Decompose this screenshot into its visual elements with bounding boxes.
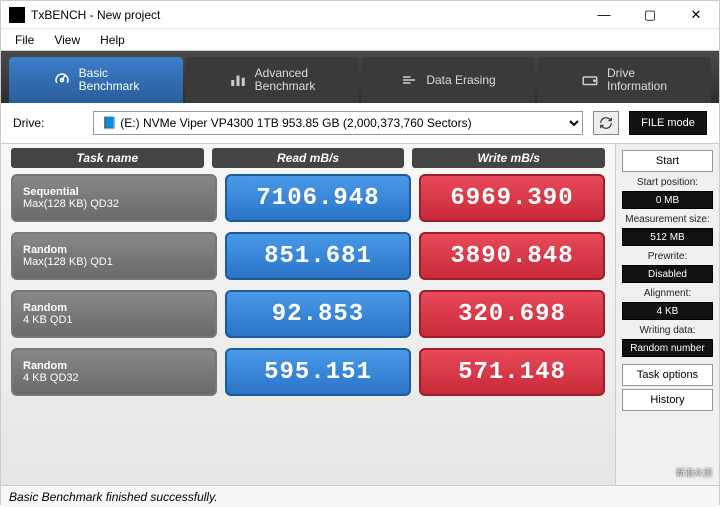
- header-read: Read mB/s: [212, 148, 405, 168]
- header-write: Write mB/s: [412, 148, 605, 168]
- tab-drive-information[interactable]: Drive Information: [537, 57, 711, 103]
- gauge-icon: [53, 71, 71, 89]
- header-task: Task name: [11, 148, 204, 168]
- task-options-button[interactable]: Task options: [622, 364, 713, 386]
- prewrite-value[interactable]: Disabled: [622, 265, 713, 283]
- task-cell: Random4 KB QD32: [11, 348, 217, 396]
- tab-basic-benchmark[interactable]: Basic Benchmark: [9, 57, 183, 103]
- window-controls: — ▢ ✕: [581, 1, 719, 29]
- write-value: 571.148: [419, 348, 605, 396]
- drive-icon: [581, 71, 599, 89]
- app-icon: [9, 7, 25, 23]
- refresh-button[interactable]: [593, 111, 619, 135]
- write-value: 3890.848: [419, 232, 605, 280]
- measurement-label: Measurement size:: [622, 214, 713, 225]
- startpos-value[interactable]: 0 MB: [622, 191, 713, 209]
- menubar: File View Help: [1, 29, 719, 51]
- write-value: 6969.390: [419, 174, 605, 222]
- tab-label: Advanced Benchmark: [255, 67, 316, 93]
- erase-icon: [400, 71, 418, 89]
- task-cell: RandomMax(128 KB) QD1: [11, 232, 217, 280]
- minimize-button[interactable]: —: [581, 1, 627, 29]
- task-cell: SequentialMax(128 KB) QD32: [11, 174, 217, 222]
- read-value: 92.853: [225, 290, 411, 338]
- menu-help[interactable]: Help: [90, 31, 135, 49]
- drive-select[interactable]: 📘 (E:) NVMe Viper VP4300 1TB 953.85 GB (…: [93, 111, 583, 135]
- refresh-icon: [599, 116, 613, 130]
- window-title: TxBENCH - New project: [31, 8, 581, 22]
- alignment-value[interactable]: 4 KB: [622, 302, 713, 320]
- result-row: Random4 KB QD32 595.151 571.148: [11, 348, 605, 396]
- menu-file[interactable]: File: [5, 31, 44, 49]
- startpos-label: Start position:: [622, 177, 713, 188]
- tab-label: Basic Benchmark: [79, 67, 140, 93]
- tab-advanced-benchmark[interactable]: Advanced Benchmark: [185, 57, 359, 103]
- tab-data-erasing[interactable]: Data Erasing: [361, 57, 535, 103]
- tab-label: Drive Information: [607, 67, 667, 93]
- measurement-value[interactable]: 512 MB: [622, 228, 713, 246]
- writing-label: Writing data:: [622, 325, 713, 336]
- content: Task name Read mB/s Write mB/s Sequentia…: [1, 144, 719, 485]
- menu-view[interactable]: View: [44, 31, 90, 49]
- sidebar: Start Start position: 0 MB Measurement s…: [615, 144, 719, 485]
- read-value: 7106.948: [225, 174, 411, 222]
- result-row: Random4 KB QD1 92.853 320.698: [11, 290, 605, 338]
- read-value: 851.681: [225, 232, 411, 280]
- maximize-button[interactable]: ▢: [627, 1, 673, 29]
- tab-label: Data Erasing: [426, 73, 495, 87]
- drive-row: Drive: 📘 (E:) NVMe Viper VP4300 1TB 953.…: [1, 103, 719, 144]
- result-row: RandomMax(128 KB) QD1 851.681 3890.848: [11, 232, 605, 280]
- prewrite-label: Prewrite:: [622, 251, 713, 262]
- start-button[interactable]: Start: [622, 150, 713, 172]
- read-value: 595.151: [225, 348, 411, 396]
- writing-value[interactable]: Random number: [622, 339, 713, 357]
- column-headers: Task name Read mB/s Write mB/s: [11, 148, 605, 168]
- status-bar: Basic Benchmark finished successfully.: [1, 485, 719, 507]
- results-panel: Task name Read mB/s Write mB/s Sequentia…: [1, 144, 615, 485]
- bars-icon: [229, 71, 247, 89]
- close-button[interactable]: ✕: [673, 1, 719, 29]
- result-row: SequentialMax(128 KB) QD32 7106.948 6969…: [11, 174, 605, 222]
- alignment-label: Alignment:: [622, 288, 713, 299]
- file-mode-button[interactable]: FILE mode: [629, 111, 707, 135]
- titlebar: TxBENCH - New project — ▢ ✕: [1, 1, 719, 29]
- task-cell: Random4 KB QD1: [11, 290, 217, 338]
- write-value: 320.698: [419, 290, 605, 338]
- tabs: Basic Benchmark Advanced Benchmark Data …: [1, 51, 719, 103]
- drive-label: Drive:: [13, 116, 83, 130]
- history-button[interactable]: History: [622, 389, 713, 411]
